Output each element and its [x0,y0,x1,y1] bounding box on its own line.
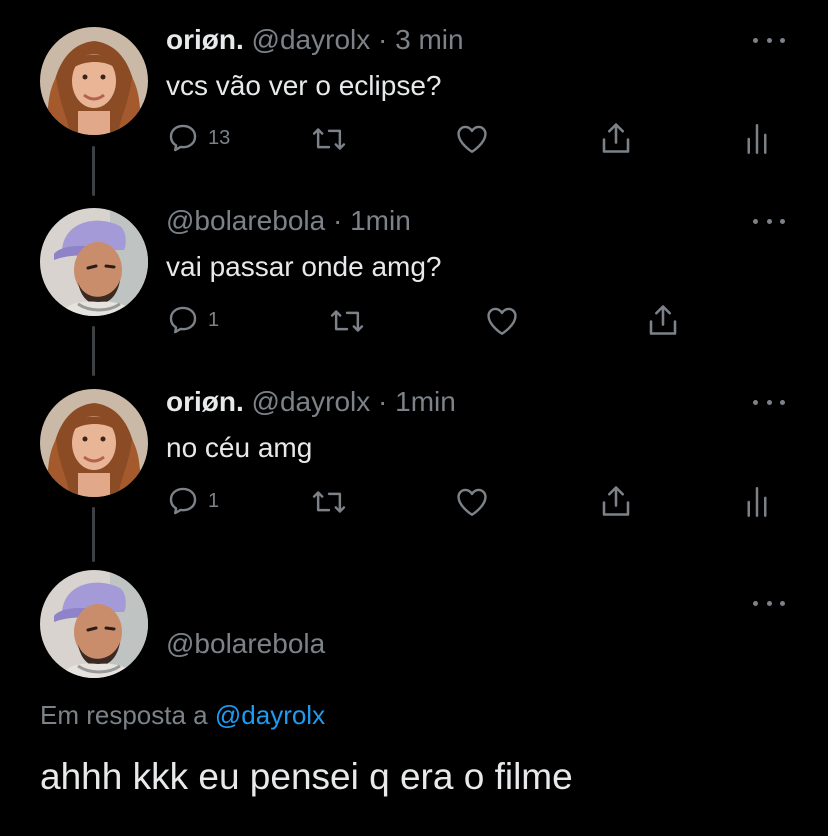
reply-bubble-icon [169,487,197,515]
user-handle[interactable]: @dayrolx [252,24,371,55]
retweet-button[interactable] [310,122,348,156]
share-button[interactable] [598,483,634,519]
retweet-button[interactable] [328,304,366,338]
user-handle[interactable]: @bolarebola [166,205,325,236]
display-name[interactable]: oriøn. [166,386,244,417]
reply-button[interactable]: 1 [166,484,219,518]
separator-dot: · [378,24,388,55]
main-tweet-text: ahhh kkk eu pensei q era o filme [40,756,573,797]
reply-context: Em resposta a @dayrolx [40,700,325,731]
avatar[interactable] [40,570,148,678]
retweet-icon [330,310,364,332]
reply-prefix: Em resposta a [40,700,208,730]
reply-bubble-icon [169,306,197,334]
display-name[interactable]: oriøn. [166,24,244,55]
like-button[interactable] [455,486,489,518]
tweet-text: no céu amg [166,432,313,463]
tweet-header: oriøn. @dayrolx · 3 min [166,24,464,56]
share-icon [649,305,677,335]
analytics-button[interactable] [746,485,768,519]
heart-icon [457,125,487,153]
retweet-icon [312,128,346,150]
analytics-icon [747,487,767,517]
reply-button[interactable]: 1 [166,303,219,337]
timestamp[interactable]: 1min [350,205,411,236]
analytics-icon [747,124,767,154]
user-handle[interactable]: @dayrolx [252,386,371,417]
reply-count: 13 [208,126,231,149]
heart-icon [457,488,487,516]
timestamp[interactable]: 3 min [395,24,463,55]
share-icon [602,123,630,153]
avatar[interactable] [40,27,148,135]
separator-dot: · [378,386,388,417]
thread-line [92,146,95,196]
retweet-button[interactable] [310,485,348,519]
more-dots-icon[interactable] [753,397,785,407]
user-handle[interactable]: @bolarebola [166,628,325,659]
timestamp[interactable]: 1min [395,386,456,417]
more-dots-icon[interactable] [753,35,785,45]
retweet-icon [312,491,346,513]
more-dots-icon[interactable] [753,216,785,226]
avatar[interactable] [40,208,148,316]
separator-dot: · [332,205,343,236]
share-icon [602,486,630,516]
reply-to-handle-link[interactable]: @dayrolx [215,700,325,730]
tweet-header: @bolarebola · 1min [166,205,411,237]
share-button[interactable] [645,302,681,338]
reply-count: 1 [208,489,220,512]
tweet-text: vcs vão ver o eclipse? [166,70,442,101]
main-tweet-header: @bolarebola [166,628,325,660]
more-dots-icon[interactable] [753,598,785,608]
reply-bubble-icon [169,124,197,152]
analytics-button[interactable] [746,122,768,156]
tweet-text: vai passar onde amg? [166,251,442,282]
avatar[interactable] [40,389,148,497]
like-button[interactable] [485,305,519,337]
reply-button[interactable]: 13 [166,121,230,155]
share-button[interactable] [598,120,634,156]
like-button[interactable] [455,123,489,155]
tweet-header: oriøn. @dayrolx · 1min [166,386,456,418]
heart-icon [487,307,517,335]
reply-count: 1 [208,308,220,331]
thread-line [92,326,95,376]
thread-line [92,507,95,562]
